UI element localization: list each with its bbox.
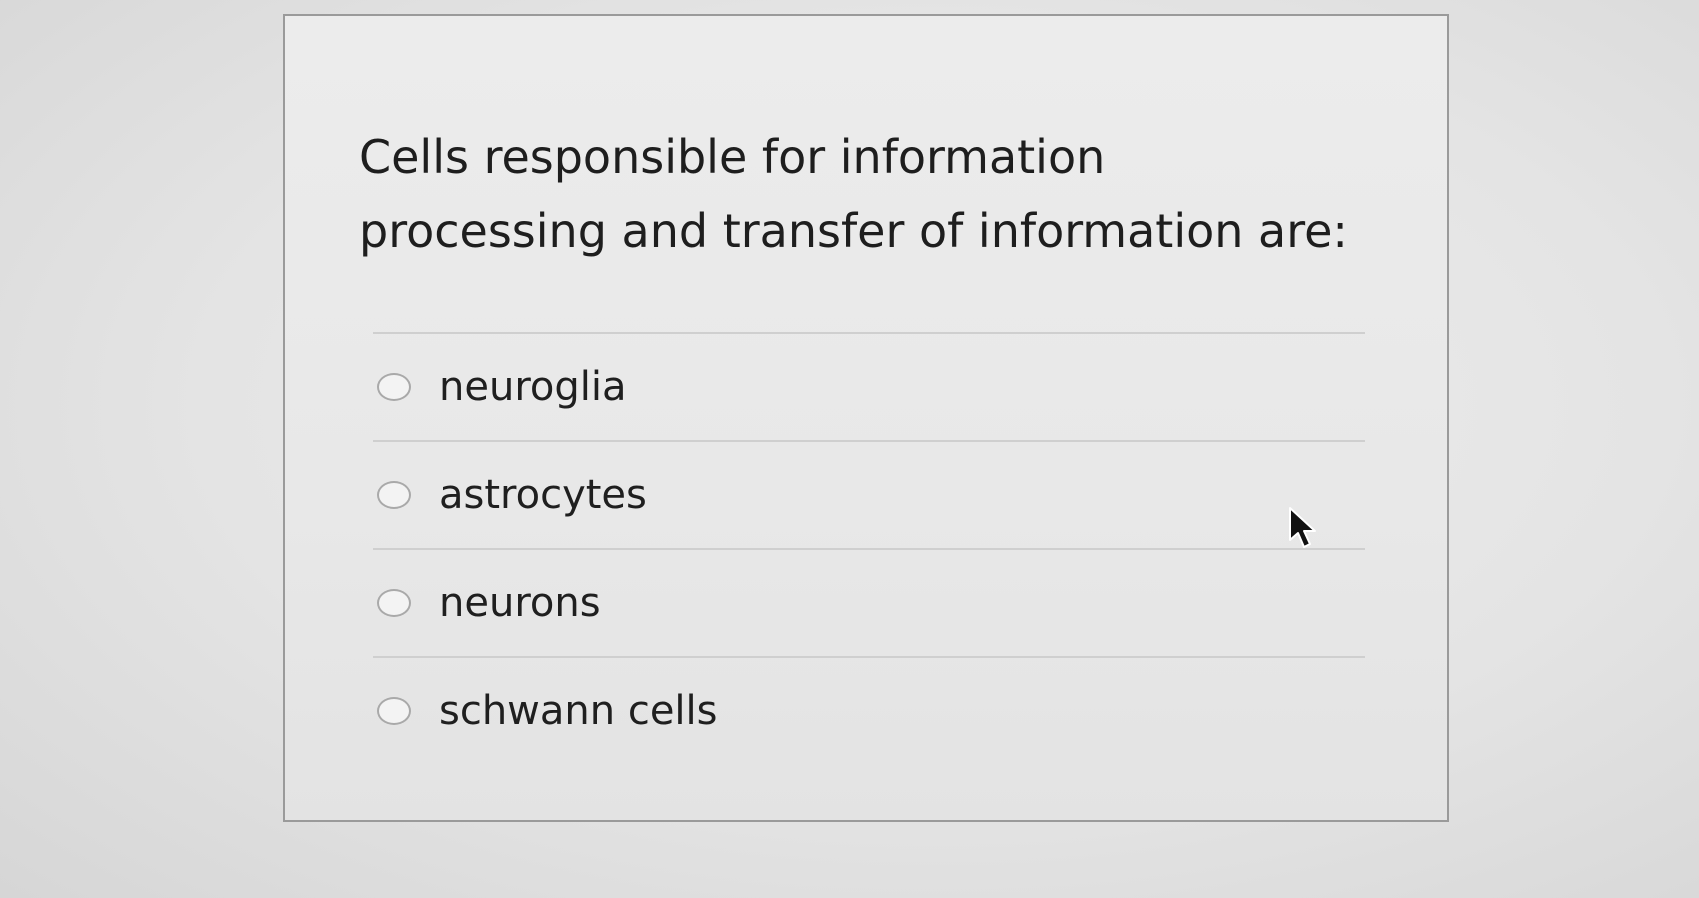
option-label: astrocytes [439,472,647,518]
question-text: Cells responsible for information proces… [359,130,1348,258]
question-card: Cells responsible for information proces… [283,14,1449,822]
radio-circle-icon[interactable] [377,481,411,509]
answer-option-neurons[interactable]: neurons [373,550,1365,656]
answer-list: neuroglia astrocytes neurons schwann cel… [373,332,1365,764]
answer-option-neuroglia[interactable]: neuroglia [373,334,1365,440]
option-label: neurons [439,580,601,626]
answer-option-schwann-cells[interactable]: schwann cells [373,658,1365,764]
mouse-pointer-icon [1289,507,1316,548]
option-label: schwann cells [439,688,718,734]
radio-circle-icon[interactable] [377,373,411,401]
option-label: neuroglia [439,364,627,410]
radio-circle-icon[interactable] [377,589,411,617]
radio-circle-icon[interactable] [377,697,411,725]
answer-option-astrocytes[interactable]: astrocytes [373,442,1365,548]
